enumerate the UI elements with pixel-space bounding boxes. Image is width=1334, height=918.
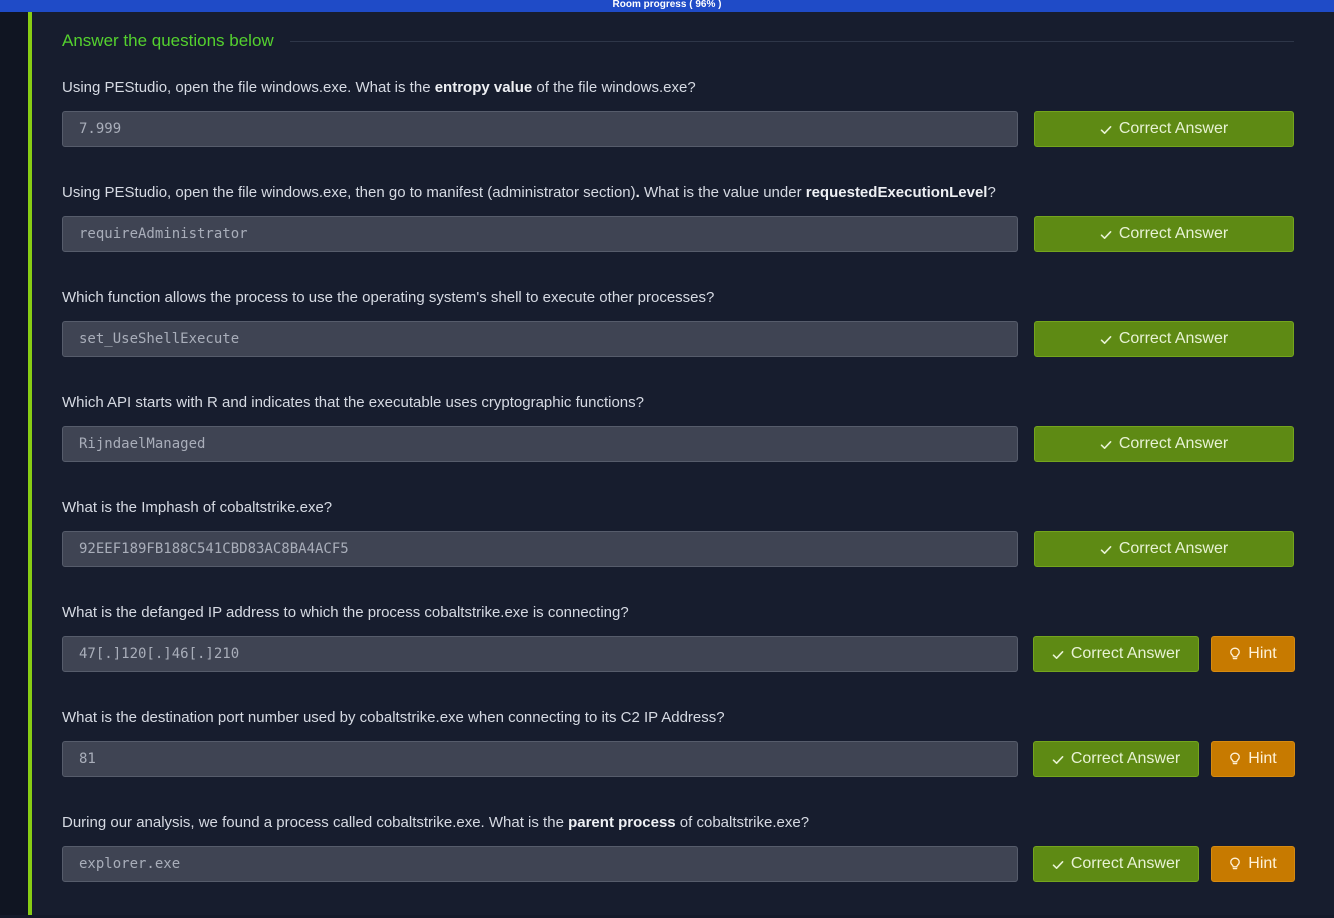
question-text: Which API starts with R and indicates th… xyxy=(62,393,644,413)
check-icon xyxy=(1100,333,1112,345)
question-row: Which function allows the process to use… xyxy=(62,288,1294,393)
hint-label: Hint xyxy=(1248,855,1277,872)
left-rail xyxy=(0,12,28,915)
answer-input[interactable] xyxy=(62,741,1018,777)
question-text: During our analysis, we found a process … xyxy=(62,813,809,833)
hint-label: Hint xyxy=(1248,750,1277,767)
question-emphasis: parent process xyxy=(568,814,676,831)
correct-answer-button[interactable]: Correct Answer xyxy=(1034,321,1294,357)
question-text: What is the defanged IP address to which… xyxy=(62,603,629,623)
answer-input[interactable] xyxy=(62,216,1018,252)
question-text-part: Using PEStudio, open the file windows.ex… xyxy=(62,79,435,96)
answer-input[interactable] xyxy=(62,111,1018,147)
question-row: What is the Imphash of cobaltstrike.exe?… xyxy=(62,498,1294,603)
correct-answer-button[interactable]: Correct Answer xyxy=(1033,846,1199,882)
correct-answer-label: Correct Answer xyxy=(1118,435,1229,452)
hint-button[interactable]: Hint xyxy=(1211,741,1295,777)
section-divider xyxy=(289,40,1294,42)
question-text-part: of cobaltstrike.exe? xyxy=(675,814,810,831)
section-title: Answer the questions below xyxy=(62,31,274,50)
check-icon xyxy=(1052,858,1064,870)
question-emphasis: entropy value xyxy=(434,79,533,96)
room-progress-label: Room progress ( 96% ) xyxy=(612,0,722,10)
question-row: What is the destination port number used… xyxy=(62,708,1295,813)
question-row: What is the defanged IP address to which… xyxy=(62,603,1295,708)
question-text: Using PEStudio, open the file windows.ex… xyxy=(62,78,696,98)
question-text: What is the destination port number used… xyxy=(62,708,725,728)
check-icon xyxy=(1052,753,1064,765)
correct-answer-button[interactable]: Correct Answer xyxy=(1033,741,1199,777)
room-progress-bar: Room progress ( 96% ) xyxy=(0,0,1334,12)
check-icon xyxy=(1100,228,1112,240)
lightbulb-icon xyxy=(1229,857,1241,871)
question-row: During our analysis, we found a process … xyxy=(62,813,1295,918)
question-row: Using PEStudio, open the file windows.ex… xyxy=(62,78,1294,183)
lightbulb-icon xyxy=(1229,752,1241,766)
question-text-part: What is the Imphash of cobaltstrike.exe? xyxy=(62,499,333,516)
answer-input[interactable] xyxy=(62,426,1018,462)
questions-section-header: Answer the questions below xyxy=(62,30,1294,52)
correct-answer-button[interactable]: Correct Answer xyxy=(1034,531,1294,567)
correct-answer-label: Correct Answer xyxy=(1118,540,1229,557)
correct-answer-button[interactable]: Correct Answer xyxy=(1034,111,1294,147)
question-text-part: What is the defanged IP address to which… xyxy=(62,604,629,621)
question-text-part: What is the destination port number used… xyxy=(62,709,725,726)
check-icon xyxy=(1100,438,1112,450)
hint-button[interactable]: Hint xyxy=(1211,636,1295,672)
question-text-part: ? xyxy=(987,184,996,201)
question-text: What is the Imphash of cobaltstrike.exe? xyxy=(62,498,332,518)
question-row: Which API starts with R and indicates th… xyxy=(62,393,1294,498)
correct-answer-label: Correct Answer xyxy=(1118,330,1229,347)
check-icon xyxy=(1052,648,1064,660)
correct-answer-button[interactable]: Correct Answer xyxy=(1034,426,1294,462)
correct-answer-label: Correct Answer xyxy=(1070,855,1181,872)
check-icon xyxy=(1100,543,1112,555)
lightbulb-icon xyxy=(1229,647,1241,661)
question-text-part: Which function allows the process to use… xyxy=(62,289,715,306)
question-text-part: of the file windows.exe? xyxy=(532,79,696,96)
check-icon xyxy=(1100,123,1112,135)
correct-answer-label: Correct Answer xyxy=(1118,225,1229,242)
correct-answer-label: Correct Answer xyxy=(1070,645,1181,662)
question-emphasis: requestedExecutionLevel xyxy=(805,184,988,201)
correct-answer-button[interactable]: Correct Answer xyxy=(1034,216,1294,252)
correct-answer-button[interactable]: Correct Answer xyxy=(1033,636,1199,672)
hint-button[interactable]: Hint xyxy=(1211,846,1295,882)
answer-input[interactable] xyxy=(62,846,1018,882)
question-text: Using PEStudio, open the file windows.ex… xyxy=(62,183,996,203)
question-text-part: Using PEStudio, open the file windows.ex… xyxy=(62,184,636,201)
question-text-part: Which API starts with R and indicates th… xyxy=(62,394,644,411)
answer-input[interactable] xyxy=(62,321,1018,357)
correct-answer-label: Correct Answer xyxy=(1118,120,1229,137)
answer-input[interactable] xyxy=(62,636,1018,672)
question-text-part: What is the value under xyxy=(639,184,806,201)
question-row: Using PEStudio, open the file windows.ex… xyxy=(62,183,1294,288)
question-text: Which function allows the process to use… xyxy=(62,288,714,308)
hint-label: Hint xyxy=(1248,645,1277,662)
question-text-part: During our analysis, we found a process … xyxy=(62,814,569,831)
correct-answer-label: Correct Answer xyxy=(1070,750,1181,767)
answer-input[interactable] xyxy=(62,531,1018,567)
